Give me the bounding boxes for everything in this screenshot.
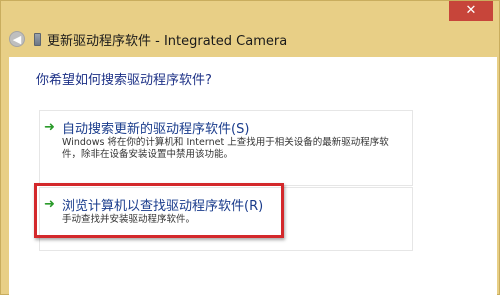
- green-arrow-icon: ➜: [44, 197, 55, 212]
- title-bar: ◀ 更新驱动程序软件 - Integrated Camera: [9, 27, 287, 51]
- option-browse-computer[interactable]: ➜ 浏览计算机以查找驱动程序软件(R) 手动查找并安装驱动程序软件。: [39, 187, 413, 251]
- green-arrow-icon: ➜: [44, 120, 55, 135]
- driver-update-window: ✕ ◀ 更新驱动程序软件 - Integrated Camera 你希望如何搜索…: [0, 0, 500, 295]
- device-icon: [34, 32, 41, 46]
- content-panel: 你希望如何搜索驱动程序软件? ➜ 自动搜索更新的驱动程序软件(S) Window…: [9, 57, 497, 295]
- window-title: 更新驱动程序软件 - Integrated Camera: [47, 33, 288, 49]
- back-arrow-icon[interactable]: ◀: [9, 31, 25, 47]
- close-button[interactable]: ✕: [449, 1, 493, 21]
- option-auto-search-description: Windows 将在你的计算机和 Internet 上查找用于相关设备的最新驱动…: [62, 137, 389, 160]
- option-browse-computer-description: 手动查找并安装驱动程序软件。: [62, 214, 196, 225]
- option-browse-computer-title[interactable]: 浏览计算机以查找驱动程序软件(R): [62, 195, 263, 214]
- option-auto-search-title[interactable]: 自动搜索更新的驱动程序软件(S): [62, 118, 249, 137]
- option-auto-search[interactable]: ➜ 自动搜索更新的驱动程序软件(S) Windows 将在你的计算机和 Inte…: [39, 110, 413, 186]
- page-question: 你希望如何搜索驱动程序软件?: [36, 73, 212, 88]
